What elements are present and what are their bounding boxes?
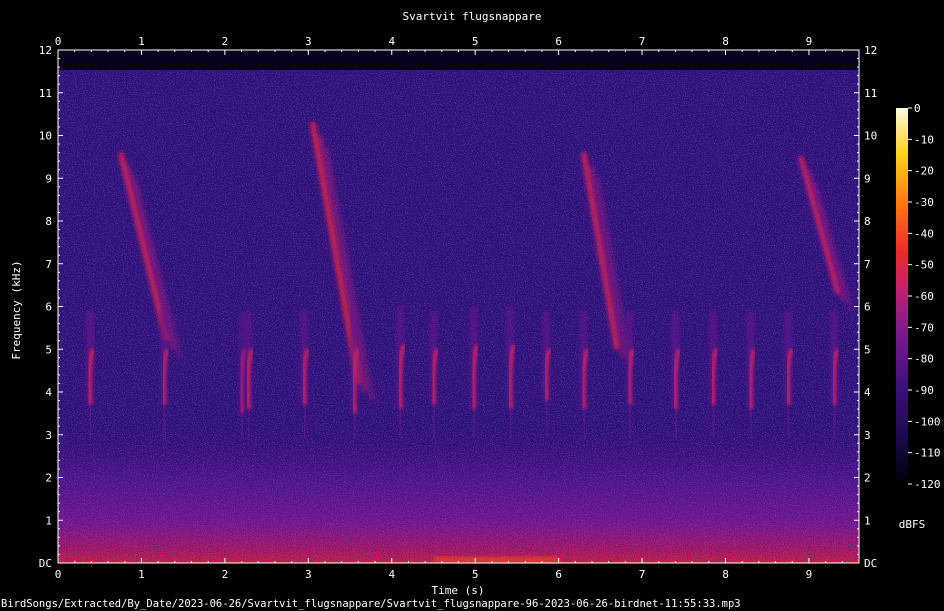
y-tick-label-right: 9 <box>864 172 871 185</box>
x-tick-label-bottom: 0 <box>55 568 62 581</box>
call-note-tail <box>247 409 251 440</box>
call-note-tail <box>628 404 632 440</box>
x-tick-label-bottom: 7 <box>639 568 646 581</box>
y-tick-label-left: 3 <box>45 429 52 442</box>
y-tick-label-left: DC <box>39 557 52 570</box>
colorbar-tick-label: -60 <box>914 290 934 303</box>
y-tick-label-left: 9 <box>45 172 52 185</box>
y-tick-label-left: 8 <box>45 215 52 228</box>
x-tick-label-top: 6 <box>555 35 562 48</box>
y-tick-label-right: DC <box>864 557 877 570</box>
y-tick-label-left: 4 <box>45 386 52 399</box>
y-tick-label-right: 11 <box>864 87 877 100</box>
x-tick-label-bottom: 9 <box>806 568 813 581</box>
y-tick-label-left: 11 <box>39 87 52 100</box>
y-axis-label: Frequency (kHz) <box>10 260 23 359</box>
y-tick-label-left: 10 <box>39 130 52 143</box>
y-tick-label-left: 1 <box>45 514 52 527</box>
x-tick-label-top: 7 <box>639 35 646 48</box>
colorbar-tick-label: 0 <box>914 102 921 115</box>
y-tick-label-right: 5 <box>864 343 871 356</box>
y-tick-label-right: 8 <box>864 215 871 228</box>
x-tick-label-top: 1 <box>138 35 145 48</box>
x-tick-label-bottom: 4 <box>388 568 395 581</box>
call-note-tail <box>240 413 244 440</box>
x-tick-label-top: 0 <box>55 35 62 48</box>
x-tick-label-top: 5 <box>472 35 479 48</box>
call-note-tail <box>509 409 513 440</box>
call-note-tail <box>432 404 436 440</box>
call-note-tail <box>545 400 549 440</box>
x-tick-label-top: 2 <box>222 35 229 48</box>
x-tick-label-top: 9 <box>806 35 813 48</box>
x-tick-label-bottom: 2 <box>222 568 229 581</box>
y-tick-label-right: 2 <box>864 472 871 485</box>
x-axis-label: Time (s) <box>432 584 485 597</box>
colorbar: 0 -10 -20 -30 -40 -50 -60 -70 -80 -90 -100 -110 -120… <box>896 102 941 531</box>
y-tick-label-left: 12 <box>39 44 52 57</box>
call-note-tail <box>472 409 476 440</box>
colorbar-tick-label: -40 <box>914 227 934 240</box>
y-tick-label-right: 4 <box>864 386 871 399</box>
colorbar-tick-label: -30 <box>914 196 934 209</box>
colorbar-tick-label: -10 <box>914 133 934 146</box>
file-path: BirdSongs/Extracted/By_Date/2023-06-26/S… <box>1 598 741 610</box>
y-tick-label-left: 2 <box>45 472 52 485</box>
colorbar-gradient <box>896 108 908 484</box>
colorbar-tick-label: -90 <box>914 384 934 397</box>
colorbar-tick-label: -70 <box>914 321 934 334</box>
upper-band <box>58 50 859 70</box>
x-tick-label-top: 3 <box>305 35 312 48</box>
y-tick-label-left: 7 <box>45 258 52 271</box>
x-tick-label-top: 4 <box>388 35 395 48</box>
colorbar-tick-label: -50 <box>914 259 934 272</box>
colorbar-ticks: 0 -10 -20 -30 -40 -50 -60 -70 -80 -90 -100 -110 -120 <box>908 102 941 491</box>
x-tick-label-bottom: 5 <box>472 568 479 581</box>
x-tick-label-bottom: 3 <box>305 568 312 581</box>
low-noise-patch <box>433 556 559 563</box>
call-note-tail <box>749 409 753 440</box>
spectrogram-plot <box>58 50 859 563</box>
call-note-tail <box>303 404 307 440</box>
x-tick-label-bottom: 8 <box>722 568 729 581</box>
y-tick-label-right: 12 <box>864 44 877 57</box>
colorbar-label: dBFS <box>899 518 926 531</box>
call-note-tail <box>582 409 586 440</box>
call-note-tail <box>353 413 357 440</box>
call-note-tail <box>787 404 791 440</box>
y-tick-label-right: 1 <box>864 514 871 527</box>
colorbar-tick-label: -100 <box>914 415 941 428</box>
call-note-tail <box>674 409 678 440</box>
colorbar-tick-label: -80 <box>914 353 934 366</box>
colorbar-tick-label: -20 <box>914 165 934 178</box>
y-tick-label-right: 3 <box>864 429 871 442</box>
call-note-tail <box>832 404 836 440</box>
x-tick-label-bottom: 6 <box>555 568 562 581</box>
call-note-tail <box>88 404 92 440</box>
y-tick-label-left: 6 <box>45 301 52 314</box>
y-tick-label-left: 5 <box>45 343 52 356</box>
chart-title: Svartvit flugsnappare <box>402 10 541 23</box>
call-note-tail <box>162 404 166 440</box>
call-note-tail <box>399 409 403 440</box>
colorbar-tick-label: -120 <box>914 478 941 491</box>
spectrogram-chart: Svartvit flugsnappare 0 1 2 3 4 5 6 7 8 … <box>1 10 941 610</box>
x-tick-label-bottom: 1 <box>138 568 145 581</box>
y-tick-label-right: 7 <box>864 258 871 271</box>
y-tick-label-right: 10 <box>864 130 877 143</box>
colorbar-tick-label: -110 <box>914 447 941 460</box>
noise-texture-dark <box>58 70 859 563</box>
call-note-tail <box>711 404 715 440</box>
x-tick-label-top: 8 <box>722 35 729 48</box>
y-tick-label-right: 6 <box>864 301 871 314</box>
